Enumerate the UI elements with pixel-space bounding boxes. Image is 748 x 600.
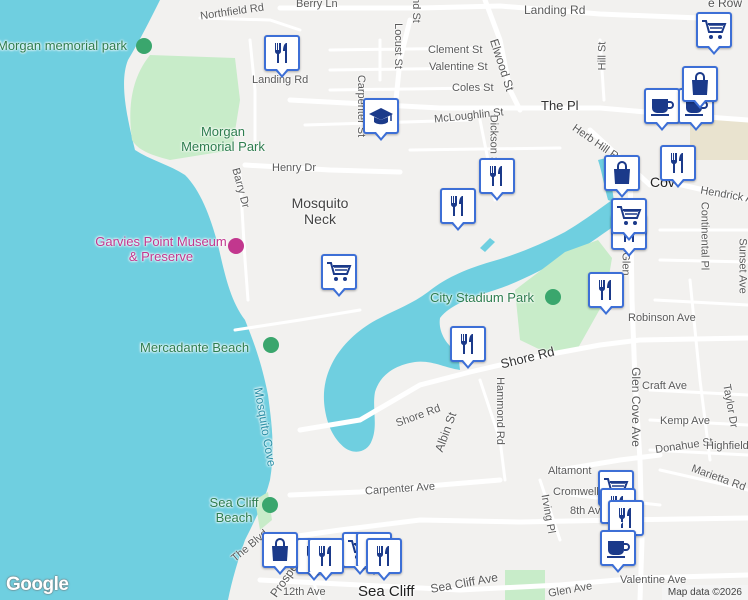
map-attribution[interactable]: Map data ©2026 <box>661 585 748 600</box>
fork-knife-icon <box>447 194 469 218</box>
restaurant-pin[interactable] <box>660 145 696 188</box>
park-icon <box>262 497 278 513</box>
museum-icon <box>228 238 244 254</box>
park-label[interactable]: City Stadium Park <box>430 290 534 305</box>
shopping-cart-icon <box>326 261 352 283</box>
shopping-pin[interactable] <box>321 254 357 297</box>
street-label: Henry Dr <box>272 162 317 174</box>
street-label: Landing Rd <box>524 3 586 17</box>
street-label: e Row <box>708 0 743 10</box>
street-label: Highfield <box>706 440 748 452</box>
fork-knife-icon <box>271 41 293 65</box>
street-label: Kemp Ave <box>660 415 710 427</box>
shopping-pin[interactable] <box>611 198 647 241</box>
park-icon <box>136 38 152 54</box>
street-label: Valentine St <box>429 61 488 73</box>
shopping-bag-icon <box>611 161 633 185</box>
shopping-pin[interactable] <box>262 532 298 575</box>
park-icon <box>545 289 561 305</box>
google-logo: Google <box>6 574 69 595</box>
shopping-cart-icon <box>616 205 642 227</box>
shopping-cart-icon <box>701 19 727 41</box>
street-label: The Pl <box>541 98 579 113</box>
beach-label[interactable]: Mercadante Beach <box>140 340 249 355</box>
street-label: Clement St <box>428 44 483 56</box>
shopping-bag-icon <box>269 538 291 562</box>
shopping-pin[interactable] <box>604 155 640 198</box>
shopping-pin[interactable] <box>682 66 718 109</box>
shopping-pin[interactable] <box>696 12 732 55</box>
street-label: Hill St <box>596 41 609 71</box>
shopping-bag-icon <box>689 72 711 96</box>
fork-knife-icon <box>486 164 508 188</box>
restaurant-pin[interactable] <box>440 188 476 231</box>
restaurant-pin[interactable] <box>479 158 515 201</box>
fork-knife-icon <box>457 332 479 356</box>
street-label: Robinson Ave <box>628 312 696 324</box>
coffee-cup-icon <box>649 95 675 117</box>
restaurant-pin[interactable] <box>588 272 624 315</box>
coffee-cup-icon <box>605 537 631 559</box>
school-pin[interactable] <box>363 98 399 141</box>
street-label: Craft Ave <box>642 380 688 392</box>
fork-knife-icon <box>595 278 617 302</box>
beach-label[interactable]: Sea Cliff Beach <box>208 495 260 525</box>
city-label: Sea Cliff <box>358 583 415 600</box>
park-label[interactable]: Morgan Memorial Park <box>175 124 271 154</box>
restaurant-pin[interactable] <box>264 35 300 78</box>
graduation-cap-icon <box>368 105 394 127</box>
street-label: Continental Pl <box>698 201 711 271</box>
neighborhood-label: Mosquito Neck <box>291 195 349 227</box>
street-label: Locust St <box>391 23 404 69</box>
park-label[interactable]: Morgan memorial park <box>0 38 127 53</box>
restaurant-pin[interactable] <box>308 538 344 581</box>
street-label: Sunset Ave <box>736 238 748 294</box>
street-label: Coles St <box>452 82 494 94</box>
fork-knife-icon <box>373 544 395 568</box>
cafe-pin[interactable] <box>644 88 680 131</box>
museum-label[interactable]: Garvies Point Museum & Preserve <box>95 234 227 264</box>
restaurant-pin[interactable] <box>450 326 486 369</box>
street-label: Hammond Rd <box>493 377 506 445</box>
fork-knife-icon <box>315 544 337 568</box>
street-label: Berry Ln <box>296 0 338 10</box>
street-label: Glen Cove Ave <box>628 367 643 447</box>
street-label: nd St <box>409 0 422 23</box>
street-label: Cromwell <box>553 486 599 498</box>
street-label: Altamont <box>548 465 592 477</box>
park-icon <box>263 337 279 353</box>
fork-knife-icon <box>667 151 689 175</box>
street-label: 12th Ave <box>283 586 326 598</box>
